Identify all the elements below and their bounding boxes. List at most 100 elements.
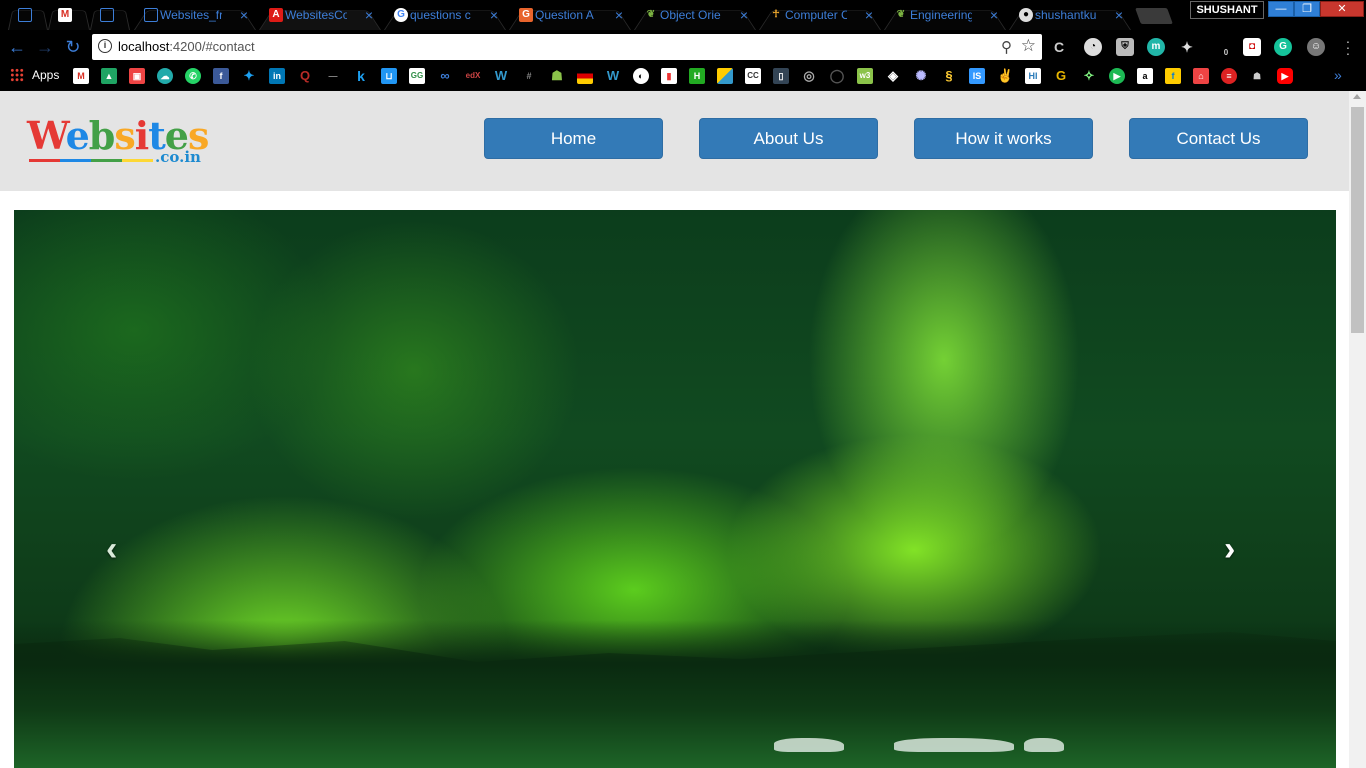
url-text[interactable]: localhost:4200/#contact	[118, 39, 255, 54]
back-button[interactable]: ←	[6, 36, 28, 58]
tab-gmail[interactable]: M	[48, 4, 90, 30]
profile-button[interactable]: SHUSHANT	[1190, 1, 1264, 19]
diamond-bookmark-icon[interactable]: ◈	[885, 68, 901, 84]
close-icon[interactable]: ×	[990, 4, 998, 26]
bag-bookmark-icon[interactable]: ⌂	[1193, 68, 1209, 84]
puzzle-extension-icon[interactable]: ✦	[1178, 38, 1196, 56]
youtube-bookmark-icon[interactable]: ▶	[1277, 68, 1293, 84]
tab-questions[interactable]: G questions c ×	[384, 4, 506, 30]
carousel-prev-icon[interactable]: ‹	[106, 530, 117, 569]
android-bookmark-icon[interactable]: ☗	[549, 68, 565, 84]
gmail-bookmark-icon[interactable]: M	[73, 68, 89, 84]
amazon-bookmark-icon[interactable]: a	[1137, 68, 1153, 84]
cloud-bookmark-icon[interactable]: ☁	[157, 68, 173, 84]
store-bookmark-icon[interactable]: ▣	[129, 68, 145, 84]
c-extension-icon[interactable]: C	[1050, 38, 1068, 56]
browser-menu-icon[interactable]: · · ·	[1344, 34, 1352, 60]
circle-bookmark-icon[interactable]: ◐	[633, 68, 649, 84]
g-bookmark-icon[interactable]: G	[1053, 68, 1069, 84]
diag-bookmark-icon[interactable]	[717, 68, 733, 84]
bracket-bookmark-icon[interactable]: ⊔	[381, 68, 397, 84]
maximize-button[interactable]: ❐	[1294, 1, 1320, 17]
whatsapp-bookmark-icon[interactable]: ✆	[185, 68, 201, 84]
play-bookmark-icon[interactable]: ▶	[1109, 68, 1125, 84]
zoom-icon[interactable]: ⚲	[1001, 38, 1012, 56]
flag-bookmark-icon[interactable]	[577, 68, 593, 84]
page-scrollbar[interactable]	[1349, 91, 1366, 768]
scroll-up-icon[interactable]	[1353, 94, 1361, 99]
tab-websitesco[interactable]: A WebsitesCo ×	[259, 4, 381, 30]
dark-bookmark-icon[interactable]: ▯	[773, 68, 789, 84]
close-icon[interactable]: ×	[740, 4, 748, 26]
flipkart-bookmark-icon[interactable]: f	[1165, 68, 1181, 84]
bookmark-star-icon[interactable]: ☆	[1021, 36, 1036, 56]
gfg-bookmark-icon[interactable]: GG	[409, 68, 425, 84]
tab-question-a[interactable]: G Question A ×	[509, 4, 631, 30]
info-icon[interactable]: i	[98, 39, 112, 53]
window-close-button[interactable]: ✕	[1320, 1, 1364, 17]
counter-extension-icon[interactable]: 0	[1212, 38, 1230, 57]
speedometer-extension-icon[interactable]: ◔	[1084, 38, 1102, 56]
infinity-bookmark-icon[interactable]: ∞	[437, 68, 453, 84]
o-bookmark-icon[interactable]: ◯	[829, 68, 845, 84]
github-icon: ●	[1019, 8, 1033, 22]
close-icon[interactable]: ×	[240, 4, 248, 26]
bolt-bookmark-icon[interactable]: ✧	[1081, 68, 1097, 84]
tab-blank-2[interactable]	[90, 4, 130, 30]
scrollbar-thumb[interactable]	[1351, 107, 1364, 333]
tab-engineering[interactable]: ❦ Engineering ×	[884, 4, 1006, 30]
cc-bookmark-icon[interactable]: CC	[745, 68, 761, 84]
tab-object-orie[interactable]: ❦ Object Orie ×	[634, 4, 756, 30]
new-tab-button[interactable]	[1135, 8, 1173, 24]
hi-bookmark-icon[interactable]: HI	[1025, 68, 1041, 84]
w3-bookmark-icon[interactable]: w3	[857, 68, 873, 84]
is-bookmark-icon[interactable]: IS	[969, 68, 985, 84]
hash-bookmark-icon[interactable]: #	[521, 68, 537, 84]
carousel-next-icon[interactable]: ›	[1224, 530, 1235, 569]
tab-websites-fr[interactable]: Websites_fr ×	[134, 4, 256, 30]
edx-bookmark-icon[interactable]: edX	[465, 68, 481, 84]
red-circle-bookmark-icon[interactable]: ≡	[1221, 68, 1237, 84]
h-bookmark-icon[interactable]: H	[689, 68, 705, 84]
ice-floe	[894, 738, 1014, 752]
facebook-bookmark-icon[interactable]: f	[213, 68, 229, 84]
avatar-extension-icon[interactable]: ☺	[1307, 38, 1325, 56]
python-bookmark-icon[interactable]: §	[941, 68, 957, 84]
pocket-extension-icon[interactable]: ◘	[1243, 38, 1261, 56]
tab-blank-1[interactable]	[8, 4, 48, 30]
dash-bookmark-icon[interactable]: —	[325, 68, 341, 84]
minimize-button[interactable]: —	[1268, 1, 1294, 17]
nav-how-it-works-button[interactable]: How it works	[914, 118, 1093, 159]
bookmarks-overflow-icon[interactable]: »	[1334, 67, 1342, 83]
swirl-bookmark-icon[interactable]: ◎	[801, 68, 817, 84]
close-icon[interactable]: ×	[1115, 4, 1123, 26]
linkedin-bookmark-icon[interactable]: in	[269, 68, 285, 84]
close-icon[interactable]: ×	[490, 4, 498, 26]
w2-bookmark-icon[interactable]: W	[605, 68, 621, 84]
close-icon[interactable]: ×	[365, 4, 373, 26]
close-icon[interactable]: ×	[615, 4, 623, 26]
forward-button[interactable]: →	[34, 36, 56, 58]
nav-home-button[interactable]: Home	[484, 118, 663, 159]
twitter-bookmark-icon[interactable]: ✦	[241, 68, 257, 84]
drive-bookmark-icon[interactable]: ▲	[101, 68, 117, 84]
reload-button[interactable]: ↻	[62, 36, 84, 58]
bookmark-apps[interactable]: Apps	[10, 68, 59, 82]
tab-computer-c[interactable]: ☥ Computer C ×	[759, 4, 881, 30]
address-bar[interactable]: i localhost:4200/#contact ⚲ ☆	[92, 34, 1042, 60]
close-icon[interactable]: ×	[865, 4, 873, 26]
robot-bookmark-icon[interactable]: ☗	[1249, 68, 1265, 84]
shield-extension-icon[interactable]: ⛨	[1116, 38, 1134, 56]
w-bookmark-icon[interactable]: W	[493, 68, 509, 84]
bug-bookmark-icon[interactable]: ✺	[913, 68, 929, 84]
tab-github[interactable]: ● shushantku ×	[1009, 4, 1131, 30]
k-bookmark-icon[interactable]: k	[353, 68, 369, 84]
hand-bookmark-icon[interactable]: ✌	[997, 68, 1013, 84]
bars-bookmark-icon[interactable]: ▮	[661, 68, 677, 84]
nav-about-button[interactable]: About Us	[699, 118, 878, 159]
site-logo[interactable]: Websites .co.in	[27, 113, 217, 171]
nav-contact-button[interactable]: Contact Us	[1129, 118, 1308, 159]
m-extension-icon[interactable]: m	[1147, 38, 1165, 56]
quora-bookmark-icon[interactable]: Q	[297, 68, 313, 84]
grammarly-extension-icon[interactable]: G	[1274, 38, 1292, 56]
